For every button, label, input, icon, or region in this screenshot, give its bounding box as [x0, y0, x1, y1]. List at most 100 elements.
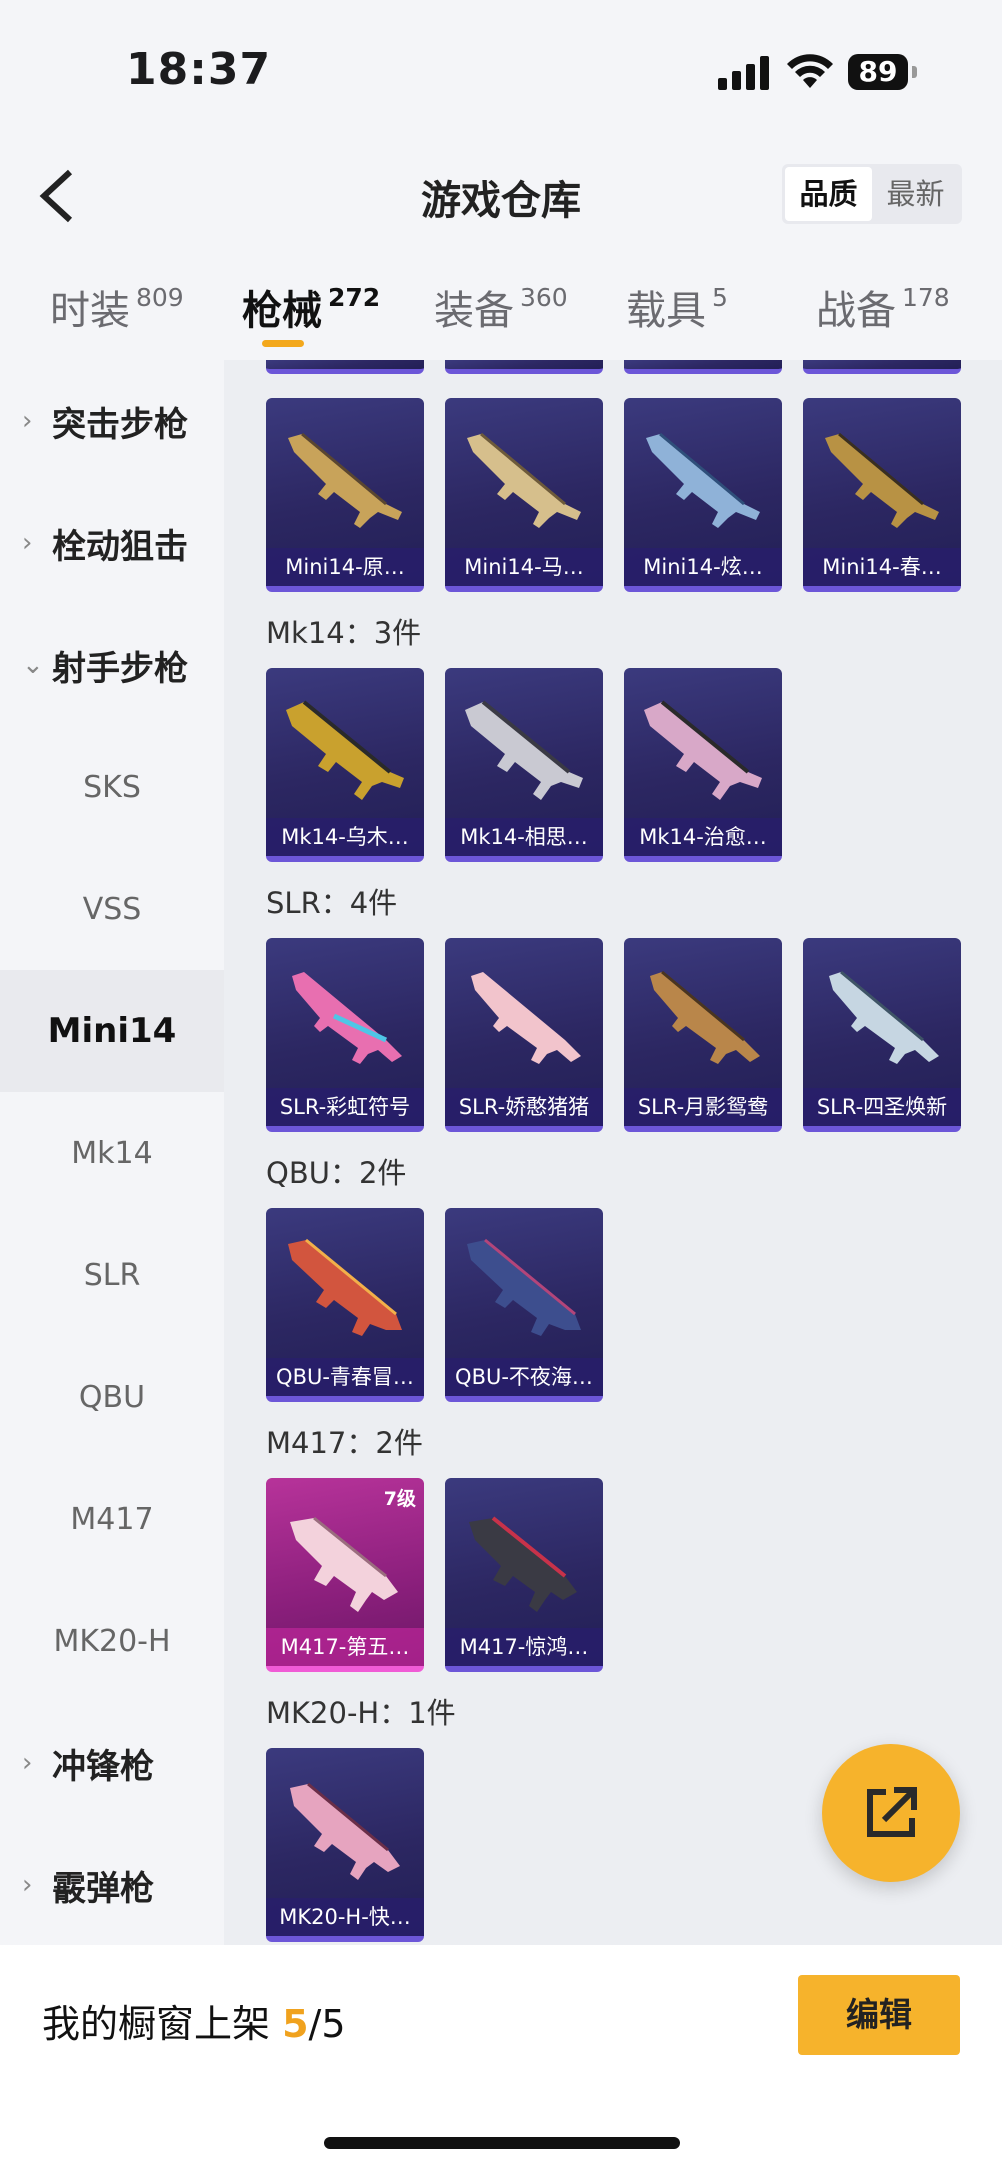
item-card[interactable]: Mini14-马… [445, 398, 603, 592]
rifle-icon [471, 972, 581, 1064]
section-title-slr: SLR：4件 [266, 886, 398, 920]
sidebar-subitem-qbu[interactable]: QBU [0, 1336, 224, 1458]
tab-guns[interactable]: 枪械 272 [242, 278, 380, 336]
rifle-icon [825, 432, 939, 528]
rifle-icon [467, 432, 581, 528]
tab-label: 载具 [626, 288, 706, 334]
tab-label: 枪械 [242, 288, 322, 334]
item-card[interactable]: SLR-娇憨猪猪 [445, 938, 603, 1132]
item-card-partial[interactable] [803, 360, 961, 374]
item-label: SLR-彩虹符号 [266, 1088, 424, 1126]
item-label: Mini14-春… [803, 548, 961, 586]
sidebar-item-marksman-rifle[interactable]: ⌄ 射手步枪 [0, 604, 224, 726]
chevron-right-icon: › [22, 406, 33, 436]
status-time: 18:37 [126, 44, 272, 95]
showcase-text: 我的橱窗上架 [42, 2002, 283, 2046]
item-card[interactable]: Mini14-炫… [624, 398, 782, 592]
tab-count: 272 [328, 283, 381, 312]
tab-equipment[interactable]: 装备 360 [434, 278, 568, 336]
sidebar-item-label: 霰弹枪 [52, 1868, 154, 1909]
sidebar-item-label: 栓动狙击 [52, 526, 188, 567]
rifle-icon [650, 970, 760, 1064]
tab-vehicles[interactable]: 载具 5 [626, 278, 728, 336]
item-card[interactable]: SLR-月影鸳鸯 [624, 938, 782, 1132]
item-card[interactable]: Mk14-乌木… [266, 668, 424, 862]
chevron-down-icon: ⌄ [22, 650, 44, 680]
sort-newest-button[interactable]: 最新 [872, 167, 959, 221]
item-card[interactable]: Mk14-治愈… [624, 668, 782, 862]
rifle-icon [292, 972, 402, 1064]
sidebar-subitem-sks[interactable]: SKS [0, 726, 224, 848]
rifle-icon [286, 700, 404, 800]
sidebar-item-bolt-sniper[interactable]: › 栓动狙击 [0, 482, 224, 604]
signal-icon [718, 56, 769, 90]
tab-gear[interactable]: 战备 178 [816, 278, 950, 336]
item-card[interactable]: SLR-彩虹符号 [266, 938, 424, 1132]
item-label: MK20-H-快… [266, 1898, 424, 1936]
battery-tip [912, 66, 917, 78]
item-label: Mini14-原… [266, 548, 424, 586]
sidebar: › 突击步枪 › 栓动狙击 ⌄ 射手步枪 SKS VSS Mini14 Mk14 SL… [0, 360, 224, 1945]
item-label: SLR-四圣焕新 [803, 1088, 961, 1126]
showcase-total: /5 [308, 2002, 346, 2046]
item-label: SLR-月影鸳鸯 [624, 1088, 782, 1126]
tab-indicator [262, 340, 304, 347]
sidebar-subitem-m417[interactable]: M417 [0, 1458, 224, 1580]
item-card-partial[interactable] [266, 360, 424, 374]
chevron-right-icon: › [22, 1870, 33, 1900]
sidebar-item-smg[interactable]: › 冲锋枪 [0, 1702, 224, 1824]
rifle-icon [290, 1516, 398, 1612]
item-label: M417-第五… [266, 1628, 424, 1666]
tab-label: 战备 [816, 288, 896, 334]
tab-label: 时装 [50, 288, 130, 334]
section-title-mk14: Mk14：3件 [266, 616, 422, 650]
item-card[interactable]: SLR-四圣焕新 [803, 938, 961, 1132]
tab-outfit[interactable]: 时装 809 [50, 278, 184, 336]
sort-toggle: 品质 最新 [782, 164, 962, 224]
sidebar-subitem-mini14[interactable]: Mini14 [0, 970, 224, 1092]
status-bar: 18:37 89 [0, 0, 1002, 130]
item-label: Mk14-相思… [445, 818, 603, 856]
item-label: QBU-不夜海… [445, 1358, 603, 1396]
tab-count: 5 [712, 283, 728, 312]
section-title-qbu: QBU：2件 [266, 1156, 407, 1190]
sidebar-subitem-mk14[interactable]: Mk14 [0, 1092, 224, 1214]
item-label: Mk14-乌木… [266, 818, 424, 856]
item-card[interactable]: MK20-H-快… [266, 1748, 424, 1942]
sidebar-item-assault-rifle[interactable]: › 突击步枪 [0, 360, 224, 482]
showcase-count: 5 [282, 2002, 309, 2046]
tab-count: 360 [520, 283, 568, 312]
item-card-partial[interactable] [624, 360, 782, 374]
battery-icon: 89 [848, 54, 908, 90]
item-card-rare[interactable]: 7级 M417-第五… [266, 1478, 424, 1672]
item-label: Mk14-治愈… [624, 818, 782, 856]
home-indicator[interactable] [324, 2137, 680, 2149]
item-card-partial[interactable] [445, 360, 603, 374]
item-card[interactable]: Mk14-相思… [445, 668, 603, 862]
rifle-icon [290, 1782, 400, 1880]
item-card[interactable]: M417-惊鸿… [445, 1478, 603, 1672]
item-card[interactable]: QBU-青春冒… [266, 1208, 424, 1402]
edit-button[interactable]: 编辑 [798, 1975, 960, 2055]
item-label: SLR-娇憨猪猪 [445, 1088, 603, 1126]
rifle-icon [288, 432, 402, 528]
item-card[interactable]: Mini14-原… [266, 398, 424, 592]
section-title-m417: M417：2件 [266, 1426, 423, 1460]
sidebar-item-label: 冲锋枪 [52, 1746, 154, 1787]
rifle-icon [288, 1238, 402, 1336]
item-card[interactable]: QBU-不夜海… [445, 1208, 603, 1402]
rifle-icon [467, 1238, 581, 1336]
external-link-icon [867, 1787, 917, 1837]
sidebar-item-shotgun[interactable]: › 霰弹枪 [0, 1824, 224, 1946]
rifle-icon [646, 432, 760, 528]
sidebar-subitem-vss[interactable]: VSS [0, 848, 224, 970]
sort-quality-button[interactable]: 品质 [785, 167, 872, 221]
category-tabs: 时装 809 枪械 272 装备 360 载具 5 战备 178 [0, 268, 1002, 360]
item-card[interactable]: Mini14-春… [803, 398, 961, 592]
sidebar-subitem-mk20h[interactable]: MK20-H [0, 1580, 224, 1702]
share-button[interactable] [822, 1744, 960, 1882]
rifle-icon [469, 1516, 577, 1612]
tab-count: 809 [136, 283, 184, 312]
section-title-mk20h: MK20-H：1件 [266, 1696, 456, 1730]
sidebar-subitem-slr[interactable]: SLR [0, 1214, 224, 1336]
